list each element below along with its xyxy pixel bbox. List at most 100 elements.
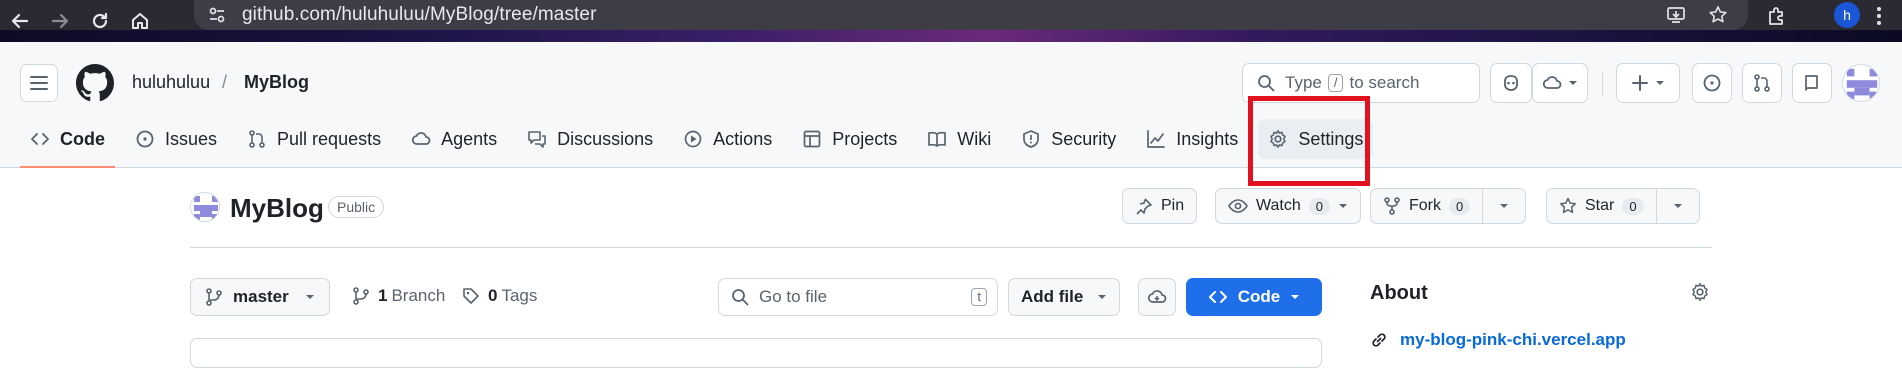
page-background-banner <box>0 30 1902 42</box>
tab-label: Discussions <box>557 128 654 149</box>
tab-label: Wiki <box>957 128 992 149</box>
go-to-file-input[interactable]: Go to file t <box>718 278 998 316</box>
search-shortcut-key: / <box>1327 74 1344 92</box>
search-icon <box>1257 74 1275 92</box>
tab-label: Issues <box>165 128 218 149</box>
star-button[interactable]: Star 0 <box>1547 189 1656 223</box>
tab-wiki[interactable]: Wiki <box>917 119 1001 159</box>
chevron-down-icon <box>1569 81 1577 85</box>
identicon-avatar-icon <box>191 193 219 221</box>
branches-link[interactable]: 1 Branch <box>352 286 445 306</box>
copilot-menu-button[interactable] <box>1532 63 1588 103</box>
tab-security[interactable]: Security <box>1011 119 1126 159</box>
tab-label: Insights <box>1176 128 1239 149</box>
table-icon <box>802 129 822 149</box>
star-icon <box>1560 197 1576 214</box>
tag-count: 0 <box>488 286 498 305</box>
url-text[interactable]: github.com/huluhuluu/MyBlog/tree/master <box>242 4 597 26</box>
tags-link[interactable]: 0 Tags <box>462 286 537 306</box>
pin-icon <box>1136 198 1152 215</box>
cloud-sync-icon <box>1147 290 1167 303</box>
star-dropdown-button[interactable] <box>1655 189 1699 223</box>
go-to-file-shortcut: t <box>971 288 987 306</box>
add-file-button[interactable]: Add file <box>1008 278 1121 316</box>
star-label: Star <box>1585 197 1615 214</box>
codespaces-button[interactable] <box>1138 278 1176 316</box>
header-divider <box>1602 72 1603 96</box>
tab-projects[interactable]: Projects <box>792 119 907 159</box>
tab-issues[interactable]: Issues <box>125 119 227 159</box>
bookmark-star-icon[interactable] <box>1708 5 1728 25</box>
tab-insights[interactable]: Insights <box>1136 119 1248 159</box>
section-divider <box>190 247 1712 248</box>
tab-label: Security <box>1051 128 1117 149</box>
menu-button[interactable] <box>20 64 58 102</box>
install-app-icon[interactable] <box>1666 5 1686 25</box>
tab-actions[interactable]: Actions <box>673 119 782 159</box>
pin-button[interactable]: Pin <box>1122 188 1198 224</box>
book-icon <box>927 129 947 149</box>
branch-selector[interactable]: master <box>190 278 330 316</box>
gear-icon[interactable] <box>1690 282 1710 302</box>
create-new-button[interactable] <box>1616 63 1680 103</box>
homepage-url: my-blog-pink-chi.vercel.app <box>1400 330 1626 349</box>
code-dropdown-button[interactable]: Code <box>1186 278 1322 316</box>
shield-icon <box>1021 129 1041 149</box>
kebab-menu-icon[interactable] <box>1876 6 1882 26</box>
address-bar[interactable]: github.com/huluhuluu/MyBlog/tree/master <box>194 0 1748 30</box>
repo-owner-avatar[interactable] <box>190 192 220 222</box>
fork-button[interactable]: Fork 0 <box>1371 189 1482 223</box>
breadcrumb-separator: / <box>222 72 228 92</box>
hamburger-icon <box>30 76 48 90</box>
branch-count: 1 <box>378 286 388 305</box>
watch-button[interactable]: Watch 0 <box>1215 188 1361 224</box>
user-avatar[interactable] <box>1842 64 1880 102</box>
branch-icon <box>353 287 369 305</box>
arrow-right-icon <box>51 13 69 29</box>
tab-agents[interactable]: Agents <box>401 119 507 159</box>
fork-icon <box>1384 197 1400 215</box>
play-icon <box>683 129 703 149</box>
tab-discussions[interactable]: Discussions <box>517 119 663 159</box>
tab-label: Pull requests <box>277 128 382 149</box>
add-file-label: Add file <box>1021 287 1084 306</box>
extensions-icon[interactable] <box>1766 5 1788 27</box>
link-icon <box>1372 333 1386 347</box>
repo-tabs: Code Issues Pull requests Agents Discuss… <box>20 119 1383 168</box>
github-header: huluhuluu / MyBlog Type / to search Code… <box>0 42 1902 168</box>
about-heading: About <box>1370 282 1428 304</box>
pin-label: Pin <box>1161 197 1185 214</box>
tab-pull-requests[interactable]: Pull requests <box>237 119 391 159</box>
search-prefix: Type <box>1285 73 1322 92</box>
site-info-icon[interactable] <box>208 6 226 24</box>
repositories-button[interactable] <box>1792 63 1832 103</box>
chevron-down-icon <box>1098 295 1107 299</box>
homepage-link[interactable]: my-blog-pink-chi.vercel.app <box>1370 330 1626 350</box>
tab-label: Projects <box>832 128 898 149</box>
tab-code[interactable]: Code <box>20 119 115 168</box>
chevron-down-icon <box>1291 295 1300 299</box>
pull-request-icon <box>1754 74 1770 92</box>
profile-avatar[interactable]: h <box>1834 2 1860 28</box>
branch-icon <box>206 288 222 306</box>
search-icon <box>731 288 749 306</box>
arrow-left-icon <box>11 13 29 29</box>
fork-button-group: Fork 0 <box>1370 188 1527 224</box>
chevron-down-icon <box>1656 81 1664 85</box>
go-to-file-placeholder: Go to file <box>759 287 828 306</box>
breadcrumb-repo[interactable]: MyBlog <box>244 72 309 93</box>
breadcrumb-owner[interactable]: huluhuluu <box>132 72 210 93</box>
copilot-button[interactable] <box>1490 63 1532 103</box>
star-count: 0 <box>1622 197 1644 215</box>
issues-button[interactable] <box>1692 63 1732 103</box>
pull-requests-button[interactable] <box>1742 63 1782 103</box>
tab-label: Agents <box>441 128 498 149</box>
fork-dropdown-button[interactable] <box>1482 189 1525 223</box>
chevron-down-icon <box>305 295 314 299</box>
github-logo-icon[interactable] <box>76 64 114 102</box>
code-icon <box>30 129 50 149</box>
chevron-down-icon <box>1673 204 1682 208</box>
repo-icon <box>1805 75 1818 91</box>
issue-icon <box>1703 74 1721 92</box>
repo-title[interactable]: MyBlog <box>230 193 324 224</box>
